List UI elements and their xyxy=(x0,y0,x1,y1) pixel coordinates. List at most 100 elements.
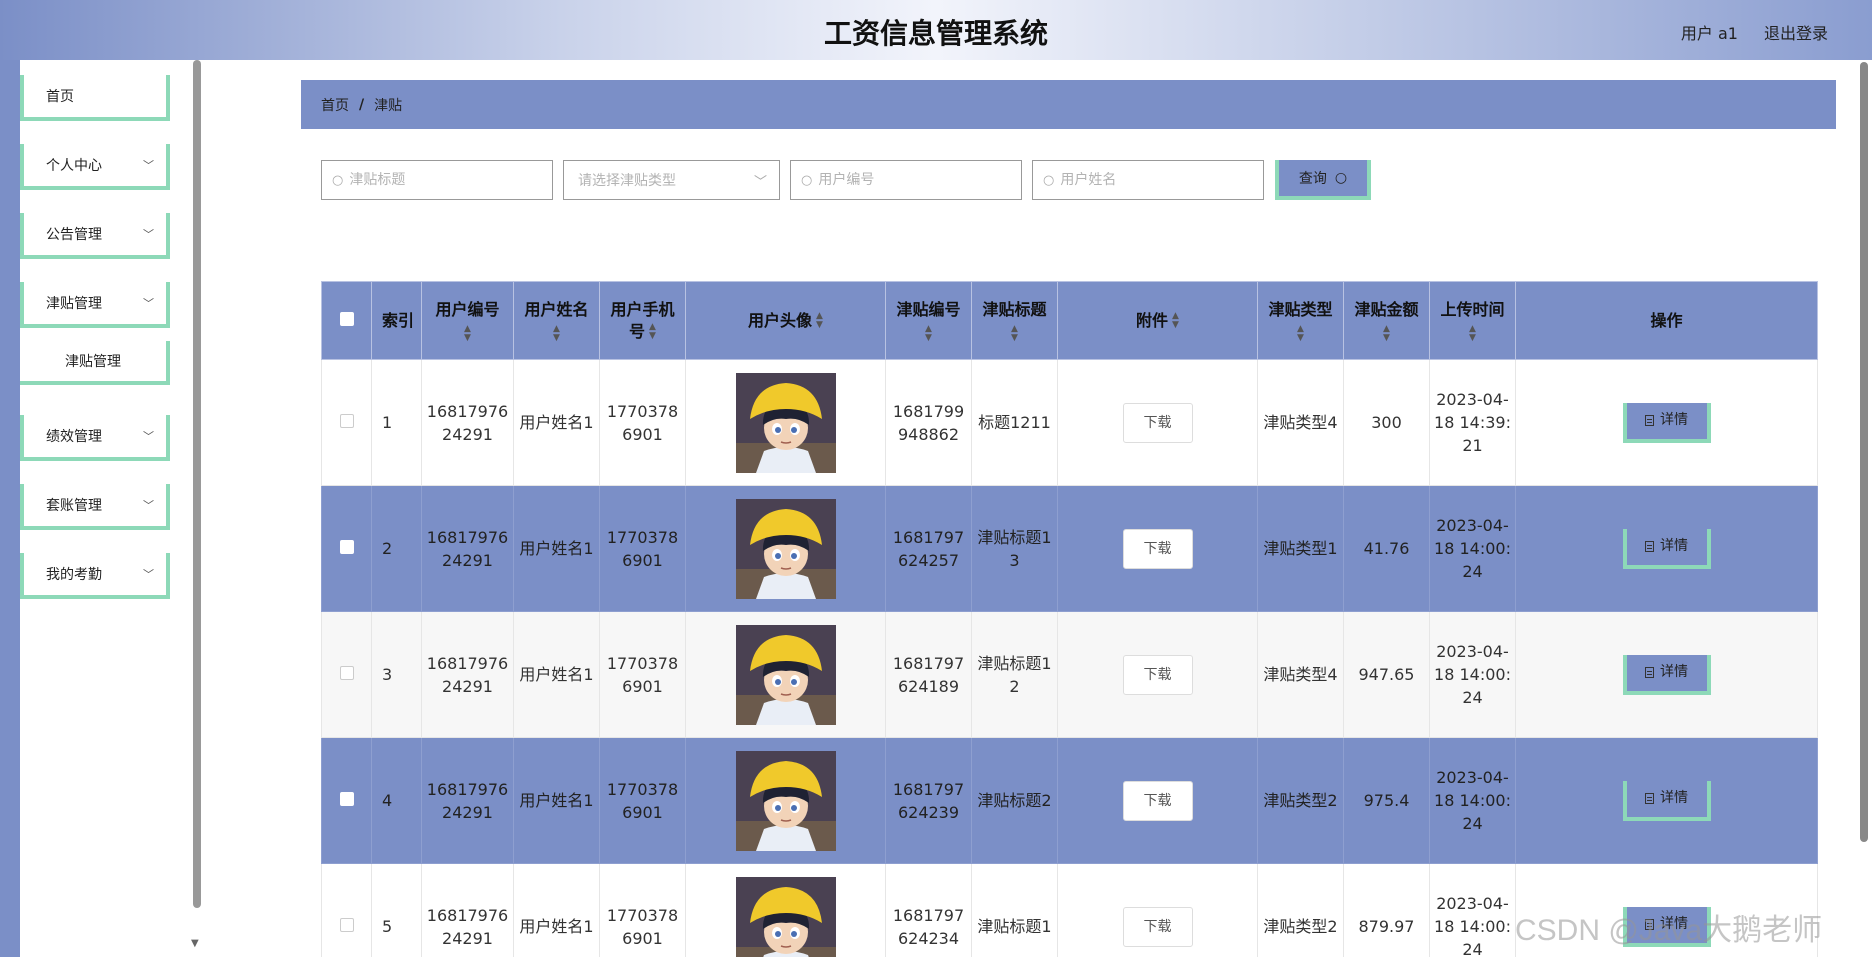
current-user-label: 用户 a1 xyxy=(1680,24,1738,43)
sidebar-item-home[interactable]: 首页 xyxy=(20,75,170,121)
detail-button-label: 详情 xyxy=(1660,412,1688,428)
user-no-search[interactable]: ○ xyxy=(790,160,1022,200)
header-allowance-type[interactable]: 津贴类型 ▲ ▼ xyxy=(1257,281,1344,360)
select-all-checkbox[interactable] xyxy=(339,311,354,326)
sort-icon[interactable]: ▲ ▼ xyxy=(976,324,1053,343)
row-user-no: 1681797624291 xyxy=(421,359,514,486)
header-label: 用户头像 xyxy=(748,310,813,330)
sidebar-item-label: 绩效管理 xyxy=(46,429,102,445)
sort-icon[interactable]: ▲ ▼ xyxy=(890,324,967,343)
sort-icon[interactable]: ▲ ▼ xyxy=(518,324,595,343)
header-label: 附件 xyxy=(1136,310,1169,330)
sort-icon[interactable]: ▲ ▼ xyxy=(649,323,656,341)
detail-button[interactable]: 详情 xyxy=(1622,402,1711,443)
row-user-name: 用户姓名1 xyxy=(513,359,600,486)
sidebar-item-label: 套账管理 xyxy=(46,498,102,514)
detail-button[interactable]: 详情 xyxy=(1622,654,1711,695)
header-user-name[interactable]: 用户姓名 ▲ ▼ xyxy=(513,281,600,360)
header-label: 用户手机号 xyxy=(610,299,675,341)
row-amount: 975.4 xyxy=(1343,737,1430,864)
download-button[interactable]: 下载 xyxy=(1122,780,1193,821)
sidebar-item-accounts[interactable]: 套账管理 ﹀ xyxy=(20,484,170,530)
sidebar-item-allowance[interactable]: 津贴管理 ﹀ xyxy=(20,282,170,328)
row-checkbox[interactable] xyxy=(339,540,354,554)
header-amount[interactable]: 津贴金额 ▲ ▼ xyxy=(1343,281,1430,360)
sort-icon[interactable]: ▲ ▼ xyxy=(1434,324,1511,343)
sidebar-subitem-allowance[interactable]: 津贴管理 xyxy=(20,341,170,385)
row-avatar-cell xyxy=(685,359,886,486)
header-label: 津贴金额 xyxy=(1354,299,1419,319)
allowance-type-select[interactable]: 请选择津贴类型 ﹀ xyxy=(563,160,780,200)
allowance-type-placeholder: 请选择津贴类型 xyxy=(578,173,676,189)
row-actions-cell: 详情 xyxy=(1515,737,1818,864)
download-button[interactable]: 下载 xyxy=(1122,654,1193,695)
page-scrollbar[interactable] xyxy=(1860,62,1868,842)
row-avatar-cell xyxy=(685,863,886,957)
detail-button[interactable]: 详情 xyxy=(1622,528,1711,569)
chevron-down-icon: ﹀ xyxy=(143,228,154,241)
user-avatar-image xyxy=(735,372,836,473)
row-allowance-no: 1681799948862 xyxy=(885,359,972,486)
sidebar-item-performance[interactable]: 绩效管理 ﹀ xyxy=(20,415,170,461)
header-index: 索引 xyxy=(371,281,422,360)
row-user-name: 用户姓名1 xyxy=(513,485,600,612)
row-checkbox[interactable] xyxy=(339,918,354,932)
row-checkbox[interactable] xyxy=(339,666,354,680)
user-avatar-image xyxy=(735,624,836,725)
row-user-phone: 17703786901 xyxy=(599,737,686,864)
header-allowance-no[interactable]: 津贴编号 ▲ ▼ xyxy=(885,281,972,360)
chevron-down-icon: ﹀ xyxy=(143,499,154,512)
row-index: 2 xyxy=(371,485,422,612)
sort-icon[interactable]: ▲ ▼ xyxy=(816,312,823,330)
breadcrumb: 首页 / 津贴 xyxy=(301,80,1836,129)
row-upload-time: 2023-04-18 14:00:24 xyxy=(1429,611,1516,738)
header-allowance-title[interactable]: 津贴标题 ▲ ▼ xyxy=(971,281,1058,360)
allowance-title-search[interactable]: ○ xyxy=(321,160,553,200)
row-user-phone: 17703786901 xyxy=(599,863,686,957)
breadcrumb-home[interactable]: 首页 xyxy=(321,95,349,115)
row-attachment-cell: 下载 xyxy=(1057,737,1258,864)
download-button[interactable]: 下载 xyxy=(1122,528,1193,569)
sort-icon[interactable]: ▲ ▼ xyxy=(426,324,509,343)
query-button-label: 查询 xyxy=(1298,171,1327,187)
logout-link[interactable]: 退出登录 xyxy=(1764,20,1828,44)
row-avatar-cell xyxy=(685,737,886,864)
user-no-input[interactable] xyxy=(818,172,1021,188)
sort-icon[interactable]: ▲ ▼ xyxy=(1348,324,1425,343)
sidebar-item-announcements[interactable]: 公告管理 ﹀ xyxy=(20,213,170,259)
sidebar-item-personal-center[interactable]: 个人中心 ﹀ xyxy=(20,144,170,190)
header-user-phone[interactable]: 用户手机号 ▲ ▼ xyxy=(599,281,686,360)
query-button[interactable]: 查询 ○ xyxy=(1275,160,1371,200)
user-name-search[interactable]: ○ xyxy=(1032,160,1264,200)
row-user-phone: 17703786901 xyxy=(599,359,686,486)
row-select-cell xyxy=(321,611,372,738)
row-index: 4 xyxy=(371,737,422,864)
header-upload-time[interactable]: 上传时间 ▲ ▼ xyxy=(1429,281,1516,360)
sort-icon[interactable]: ▲ ▼ xyxy=(1262,324,1339,343)
detail-button[interactable]: 详情 xyxy=(1622,780,1711,821)
sort-icon[interactable]: ▲ ▼ xyxy=(1172,312,1179,330)
user-name-input[interactable] xyxy=(1060,172,1263,188)
download-button[interactable]: 下载 xyxy=(1122,906,1193,947)
chevron-down-icon: ﹀ xyxy=(143,568,154,581)
sidebar-scrollbar[interactable] xyxy=(193,60,201,908)
row-checkbox[interactable] xyxy=(339,792,354,806)
header-label: 用户姓名 xyxy=(524,299,589,319)
chevron-down-icon: ﹀ xyxy=(143,159,154,172)
header-user-no[interactable]: 用户编号 ▲ ▼ xyxy=(421,281,514,360)
row-amount: 41.76 xyxy=(1343,485,1430,612)
row-amount: 947.65 xyxy=(1343,611,1430,738)
sidebar-item-attendance[interactable]: 我的考勤 ﹀ xyxy=(20,553,170,599)
header-attachment[interactable]: 附件 ▲ ▼ xyxy=(1057,281,1258,360)
sidebar-item-label: 首页 xyxy=(46,89,74,105)
scroll-down-icon[interactable]: ▼ xyxy=(191,938,199,949)
user-avatar-image xyxy=(735,876,836,957)
search-icon: ○ xyxy=(1043,172,1055,188)
chevron-down-icon: ﹀ xyxy=(143,430,154,443)
download-button[interactable]: 下载 xyxy=(1122,402,1193,443)
row-amount: 300 xyxy=(1343,359,1430,486)
allowance-title-input[interactable] xyxy=(349,172,552,188)
row-actions-cell: 详情 xyxy=(1515,359,1818,486)
header-avatar[interactable]: 用户头像 ▲ ▼ xyxy=(685,281,886,360)
row-checkbox[interactable] xyxy=(339,414,354,428)
